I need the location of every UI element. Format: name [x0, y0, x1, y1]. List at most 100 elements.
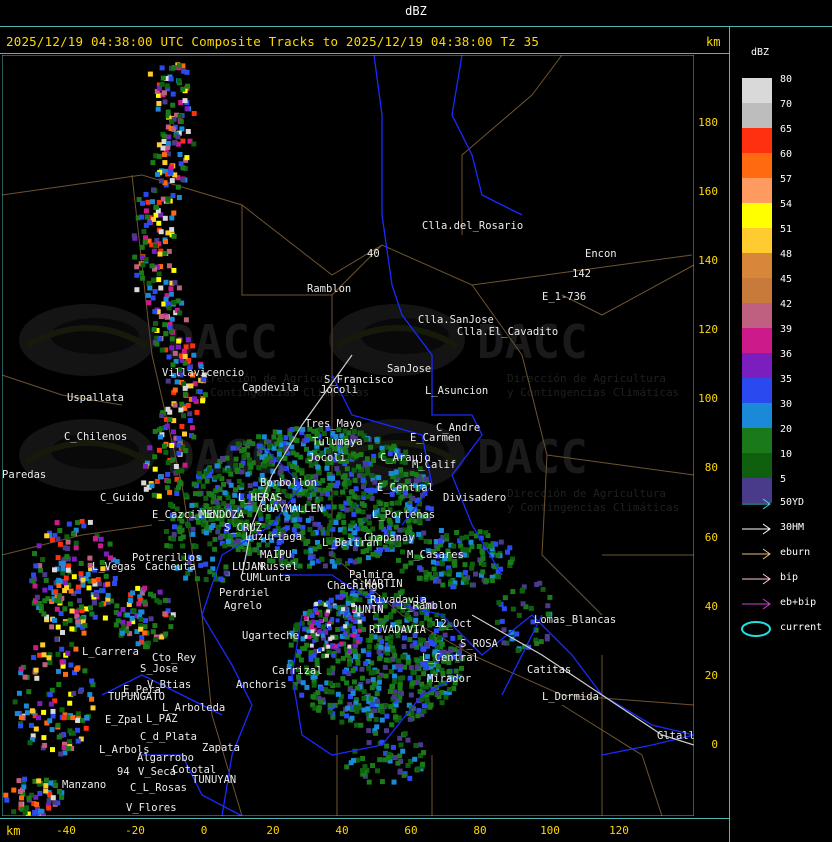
legend-swatch	[742, 203, 772, 228]
place-label: L_Beltran	[322, 537, 379, 549]
x-tick-label: 120	[609, 824, 629, 837]
place-label: 12_Oct	[434, 618, 472, 630]
legend-value: 20	[780, 424, 793, 435]
place-label: 142	[572, 268, 591, 280]
legend-swatch	[742, 378, 772, 403]
legend-swatch	[742, 128, 772, 153]
place-label: E_Central	[377, 482, 434, 494]
legend-swatch	[742, 253, 772, 278]
place-label: JUNIN	[352, 604, 384, 616]
y-tick-label: 20	[704, 669, 718, 682]
place-label: L_Vegas	[92, 561, 136, 573]
place-label: Tulumaya	[312, 436, 363, 448]
legend-value: 35	[780, 374, 793, 385]
place-label: Manzano	[62, 779, 106, 791]
place-label: Clla.SanJose	[418, 314, 494, 326]
place-label: C_Guido	[100, 492, 144, 504]
legend-swatch	[742, 353, 772, 378]
track-label: 30HM	[780, 522, 805, 533]
place-label: CUMLunta	[240, 572, 291, 584]
svg-text:Dirección de Agricultura: Dirección de Agricultura	[507, 487, 666, 500]
place-label: Zapata	[202, 742, 240, 754]
legend-value: 42	[780, 299, 793, 310]
place-label: C_L_Rosas	[130, 782, 187, 794]
legend-swatch	[742, 428, 772, 453]
svg-text:y Contingencias Climáticas: y Contingencias Climáticas	[507, 386, 679, 399]
x-tick-label: 20	[266, 824, 280, 837]
place-label: V_Seca	[138, 766, 176, 778]
frame-line-top	[0, 26, 832, 27]
track-label: eb+bip	[780, 597, 817, 608]
place-label: TUPUNGATO	[108, 691, 165, 703]
x-tick-label: 40	[335, 824, 349, 837]
legend-value: 51	[780, 224, 793, 235]
place-label: Carrizal	[272, 665, 323, 677]
radar-window: dBZ 2025/12/19 04:38:00 UTC Composite Tr…	[0, 0, 832, 842]
x-tick-label: 60	[404, 824, 418, 837]
place-label: V_Flores	[126, 802, 177, 814]
place-label: Paredas	[2, 469, 46, 481]
place-label: C_Chilenos	[64, 431, 127, 443]
track-arrow-icon	[742, 523, 771, 535]
place-label: C_d_Plata	[140, 731, 197, 743]
legend-swatch	[742, 228, 772, 253]
place-label: Uspallata	[67, 392, 124, 404]
place-label: L_Ramblon	[400, 600, 457, 612]
legend-value: 60	[780, 149, 793, 160]
place-label: Clla.El_Cavadito	[457, 326, 558, 338]
place-label: Catitas	[527, 664, 571, 676]
place-label: L_Carrera	[82, 646, 139, 658]
legend-value: 5	[780, 474, 787, 485]
place-label: M_Calif	[412, 459, 456, 471]
place-label: Villavicencio	[162, 367, 244, 379]
x-tick-label: 100	[540, 824, 560, 837]
svg-text:y Contingencias Climáticas: y Contingencias Climáticas	[507, 501, 679, 514]
legend-swatch	[742, 178, 772, 203]
svg-text:Dirección de Agricultura: Dirección de Agricultura	[507, 372, 666, 385]
place-label: Mirador	[427, 673, 471, 685]
place-label: Divisadero	[443, 492, 506, 504]
track-label: bip	[780, 572, 799, 583]
place-label: Gltallary	[657, 730, 694, 742]
y-tick-label: 40	[704, 600, 718, 613]
place-label: Lomas_Blancas	[534, 614, 616, 626]
legend-value: 54	[780, 199, 793, 210]
place-label: L_Central	[422, 652, 479, 664]
current-ellipse-icon	[741, 621, 771, 637]
track-label: current	[780, 622, 823, 633]
y-tick-label: 120	[698, 323, 718, 336]
place-label: MAIPU	[260, 549, 292, 561]
place-label: Cacheuta	[145, 561, 196, 573]
place-label: TUNUYAN	[192, 774, 236, 786]
place-label: Encon	[585, 248, 617, 260]
place-label: RIVADAVIA	[369, 624, 427, 636]
place-label: L_Dormida	[542, 691, 599, 703]
legend-title: dBZ	[750, 47, 770, 58]
legend-value: 45	[780, 274, 793, 285]
legend-swatch	[742, 303, 772, 328]
place-label: Jocoli	[320, 384, 358, 396]
x-tick-label: 80	[473, 824, 487, 837]
x-tick-label: 0	[200, 824, 208, 837]
y-tick-label: 140	[698, 254, 718, 267]
place-label: Ramblon	[307, 283, 351, 295]
place-label: S_ROSA	[460, 638, 499, 650]
frame-line-bottom	[0, 818, 730, 819]
place-label: E_Carmen	[410, 432, 461, 444]
radar-map[interactable]: DACC Dirección de Agricultura y Contingenc…	[2, 55, 694, 816]
track-label: eburn	[780, 547, 811, 558]
legend-swatch	[742, 153, 772, 178]
track-arrow-icon	[742, 573, 771, 585]
legend-swatch	[742, 103, 772, 128]
track-label: 50YD	[780, 497, 805, 508]
svg-text:DACC: DACC	[477, 430, 588, 484]
place-label: L_Asuncion	[425, 385, 488, 397]
place-label: Agrelo	[224, 600, 262, 612]
place-label: Tres_Mayo	[305, 418, 362, 430]
legend-value: 65	[780, 124, 793, 135]
place-label: MENDOZA	[200, 509, 245, 521]
legend-value: 48	[780, 249, 793, 260]
km-label-top: km	[706, 35, 721, 49]
legend-value: 30	[780, 399, 793, 410]
place-label: L_PAZ	[146, 713, 178, 725]
